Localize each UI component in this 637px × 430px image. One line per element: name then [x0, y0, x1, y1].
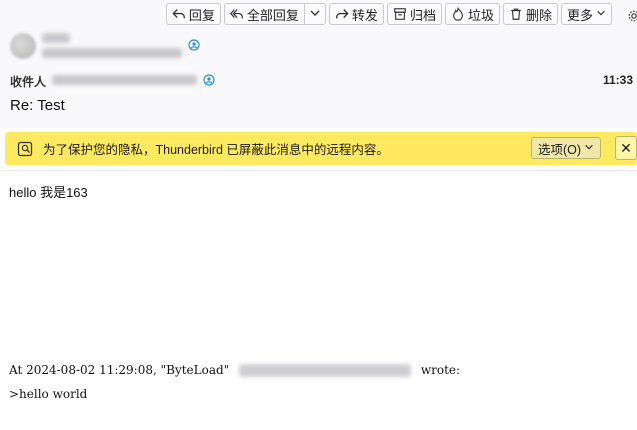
- delete-label: 删除: [525, 7, 552, 23]
- chevron-down-icon: [309, 7, 321, 22]
- reply-all-dropdown[interactable]: [304, 3, 326, 25]
- message-toolbar: 回复 全部回复 转发 归档 垃圾 删除 更多: [165, 3, 637, 27]
- notification-message: 为了保护您的隐私，Thunderbird 已屏蔽此消息中的远程内容。: [43, 143, 389, 157]
- junk-flame-icon: [451, 7, 465, 21]
- delete-button[interactable]: 删除: [502, 3, 558, 25]
- add-contact-icon[interactable]: [203, 74, 215, 86]
- more-button[interactable]: 更多: [560, 3, 612, 25]
- quoted-email-redacted: [239, 364, 412, 377]
- remote-content-notification: 为了保护您的隐私，Thunderbird 已屏蔽此消息中的远程内容。 选项(O)…: [5, 132, 637, 165]
- quote-suffix: wrote:: [420, 363, 461, 377]
- chevron-down-icon: [584, 142, 594, 155]
- quoted-text: >hello world: [9, 387, 88, 401]
- message-subject: Re: Test: [10, 97, 65, 114]
- header-divider: [0, 170, 637, 171]
- reply-label: 回复: [188, 7, 215, 23]
- archive-button[interactable]: 归档: [386, 3, 442, 25]
- archive-label: 归档: [409, 7, 436, 23]
- forward-button[interactable]: 转发: [328, 3, 384, 25]
- close-icon: ✕: [620, 139, 632, 156]
- close-notification-button[interactable]: ✕: [615, 136, 637, 160]
- reply-all-icon: [229, 7, 244, 21]
- trash-icon: [509, 7, 523, 21]
- message-greeting: hello 我是163: [9, 185, 88, 200]
- add-contact-icon[interactable]: [188, 39, 200, 51]
- gear-icon[interactable]: [627, 9, 637, 23]
- options-label: 选项(O): [537, 142, 581, 157]
- sender-email-redacted[interactable]: [42, 48, 182, 58]
- reply-all-split: 全部回复: [223, 3, 326, 27]
- reply-button[interactable]: 回复: [165, 3, 221, 25]
- message-time: 11:33: [602, 73, 633, 87]
- sender-name-redacted: [42, 33, 70, 43]
- quote-prefix: At 2024-08-02 11:29:08, "ByteLoad": [9, 363, 230, 377]
- reply-all-button[interactable]: 全部回复: [223, 3, 305, 25]
- archive-icon: [393, 7, 407, 21]
- sender-avatar: [10, 33, 36, 59]
- forward-icon: [335, 7, 349, 21]
- to-label: 收件人: [10, 75, 47, 89]
- privacy-blocked-icon: [17, 141, 33, 156]
- junk-label: 垃圾: [467, 7, 494, 23]
- options-button[interactable]: 选项(O): [530, 137, 601, 159]
- message-header: 回复 全部回复 转发 归档 垃圾 删除 更多 收件人 11:33 Re: Tes…: [0, 0, 637, 128]
- chevron-down-icon: [596, 8, 606, 21]
- more-label: 更多: [566, 7, 593, 23]
- reply-icon: [172, 7, 186, 21]
- toolbar-overflow: [615, 3, 637, 27]
- quote-attribution: At 2024-08-02 11:29:08, "ByteLoad" wrote…: [9, 363, 460, 377]
- reply-all-label: 全部回复: [246, 7, 299, 23]
- junk-button[interactable]: 垃圾: [444, 3, 500, 25]
- recipient-email-redacted[interactable]: [52, 75, 197, 85]
- forward-label: 转发: [351, 7, 378, 23]
